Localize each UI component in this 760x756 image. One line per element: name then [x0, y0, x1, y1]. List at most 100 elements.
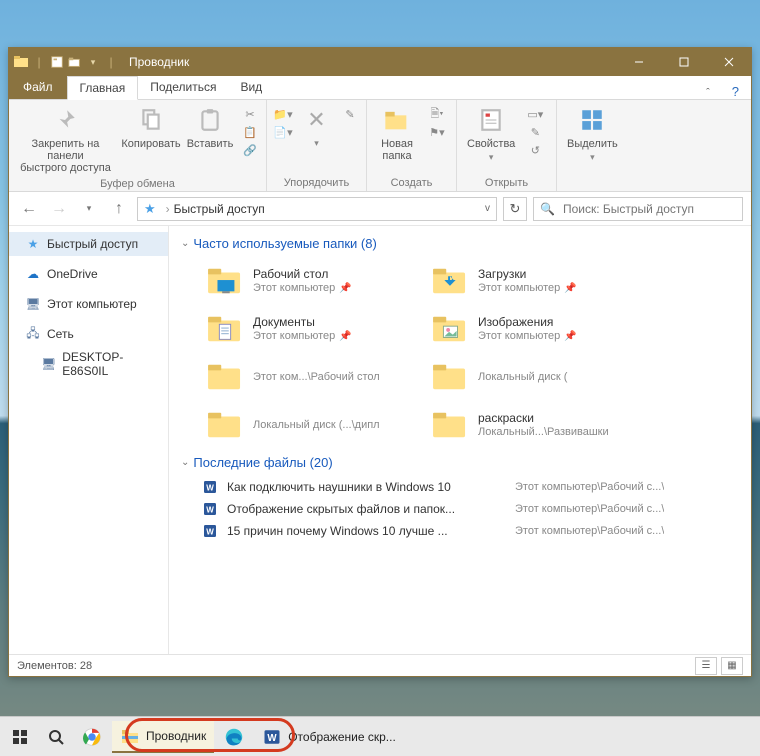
taskbar-explorer[interactable]: Проводник: [112, 721, 214, 753]
taskbar-explorer-label: Проводник: [146, 729, 206, 743]
view-large-button[interactable]: ▦: [721, 657, 743, 675]
nav-network-label: Сеть: [47, 327, 74, 341]
star-icon: ★: [25, 236, 41, 252]
file-path: Этот компьютер\Рабочий с...\: [515, 481, 664, 493]
pin-icon: 📌: [339, 283, 351, 294]
open-icon[interactable]: ▭▾: [525, 106, 545, 122]
pin-button[interactable]: Закрепить на панели быстрого доступа: [15, 102, 116, 176]
nav-thispc[interactable]: 🖥 Этот компьютер: [9, 292, 168, 316]
clipboard-caption: Буфер обмена: [15, 176, 260, 192]
file-name: Как подключить наушники в Windows 10: [227, 480, 507, 494]
folder-item[interactable]: раскраски Локальный...\Развивашки: [426, 401, 651, 449]
up-button[interactable]: ↑: [107, 197, 131, 221]
newfolder-button[interactable]: Новая папка: [373, 102, 421, 175]
qat-properties-icon[interactable]: [49, 54, 65, 70]
close-button[interactable]: [706, 48, 751, 76]
cut-icon[interactable]: ✂: [240, 106, 260, 122]
word-doc-icon: W: [201, 522, 219, 540]
pasteshort-icon[interactable]: 🔗: [240, 142, 260, 158]
recent-dropdown[interactable]: ▾: [77, 197, 101, 221]
group-frequent[interactable]: ⌄ Часто используемые папки (8): [173, 230, 751, 257]
pc-icon: 🖥: [25, 296, 41, 312]
delete-button[interactable]: ✕ ▾: [299, 102, 334, 175]
nav-network[interactable]: 🖧 Сеть: [9, 322, 168, 346]
chrome-icon: [82, 727, 102, 747]
moveto-icon[interactable]: 📁▾: [273, 106, 293, 122]
group-recent[interactable]: ⌄ Последние файлы (20): [173, 449, 751, 476]
taskbar-search-button[interactable]: [40, 721, 72, 753]
qat-dropdown-icon[interactable]: ▾: [85, 54, 101, 70]
folder-item[interactable]: Локальный диск (: [426, 353, 651, 401]
refresh-button[interactable]: ↻: [503, 197, 527, 221]
copyto-icon[interactable]: 📄▾: [273, 124, 293, 140]
address-bar[interactable]: ★ › Быстрый доступ v: [137, 197, 497, 221]
select-button[interactable]: Выделить ▾: [563, 102, 622, 175]
file-name: 15 причин почему Windows 10 лучше ...: [227, 524, 507, 538]
taskbar-word-label: Отображение скр...: [288, 730, 396, 744]
address-drop-icon[interactable]: v: [479, 203, 496, 214]
folder-name: Загрузки: [478, 267, 577, 281]
help-icon[interactable]: ?: [720, 84, 751, 99]
recent-file[interactable]: W Отображение скрытых файлов и папок... …: [201, 498, 743, 520]
tab-home[interactable]: Главная: [67, 76, 139, 100]
copy-button[interactable]: Копировать: [122, 102, 180, 176]
recent-file[interactable]: W 15 причин почему Windows 10 лучше ... …: [201, 520, 743, 542]
history-icon[interactable]: ↺: [525, 142, 545, 158]
folder-item[interactable]: Изображения Этот компьютер📌: [426, 305, 651, 353]
forward-button[interactable]: →: [47, 197, 71, 221]
pin-icon: 📌: [564, 283, 576, 294]
start-button[interactable]: [4, 721, 36, 753]
rename-icon[interactable]: ✎: [340, 106, 360, 122]
taskbar-edge[interactable]: [218, 721, 250, 753]
windows-icon: [10, 727, 30, 747]
qat-sep2: |: [103, 54, 119, 70]
properties-label: Свойства: [467, 138, 515, 150]
nav-network-host[interactable]: 🖥 DESKTOP-E86S0IL: [9, 346, 168, 382]
recent-file[interactable]: W Как подключить наушники в Windows 10 Э…: [201, 476, 743, 498]
nav-onedrive[interactable]: ☁ OneDrive: [9, 262, 168, 286]
folder-item[interactable]: Рабочий стол Этот компьютер📌: [201, 257, 426, 305]
taskbar-word[interactable]: W Отображение скр...: [254, 721, 404, 753]
search-box[interactable]: 🔍: [533, 197, 743, 221]
file-path: Этот компьютер\Рабочий с...\: [515, 503, 664, 515]
folder-item[interactable]: Документы Этот компьютер📌: [201, 305, 426, 353]
back-button[interactable]: ←: [17, 197, 41, 221]
paste-icon: [194, 104, 226, 136]
select-icon: [576, 104, 608, 136]
search-input[interactable]: [561, 201, 742, 217]
group-recent-label: Последние файлы (20): [193, 455, 332, 470]
folder-item[interactable]: Этот ком...\Рабочий стол: [201, 353, 426, 401]
search-icon: 🔍: [534, 202, 561, 216]
maximize-button[interactable]: [661, 48, 706, 76]
svg-text:W: W: [206, 483, 214, 492]
tab-file[interactable]: Файл: [9, 75, 67, 99]
paste-label: Вставить: [187, 138, 234, 150]
ribbon-collapse-icon[interactable]: ˆ: [696, 87, 720, 99]
app-icon: [13, 54, 29, 70]
ribbon: Закрепить на панели быстрого доступа Коп…: [9, 100, 751, 192]
folder-item[interactable]: Локальный диск (...\дипл: [201, 401, 426, 449]
paste-button[interactable]: Вставить: [186, 102, 234, 176]
taskbar-chrome[interactable]: [76, 721, 108, 753]
breadcrumb-sep-icon: ›: [162, 202, 174, 216]
folder-path: Этот компьютер: [478, 282, 560, 294]
folder-path: Локальный диск (...\дипл: [253, 419, 380, 431]
qat-sep: |: [31, 54, 47, 70]
easyaccess-icon[interactable]: ⚑▾: [427, 124, 447, 140]
qat-newfolder-icon[interactable]: [67, 54, 83, 70]
create-caption: Создать: [373, 175, 450, 191]
delete-icon: ✕: [301, 104, 333, 136]
folder-item[interactable]: Загрузки Этот компьютер 📌: [426, 257, 651, 305]
newitem-icon[interactable]: 🗎▾: [427, 106, 447, 122]
tab-view[interactable]: Вид: [228, 75, 274, 99]
breadcrumb-text[interactable]: Быстрый доступ: [174, 202, 265, 216]
edit-icon[interactable]: ✎: [525, 124, 545, 140]
properties-button[interactable]: Свойства ▾: [463, 102, 519, 175]
copypath-icon[interactable]: 📋: [240, 124, 260, 140]
word-icon: W: [262, 727, 282, 747]
minimize-button[interactable]: [616, 48, 661, 76]
nav-quick-access[interactable]: ★ Быстрый доступ: [9, 232, 168, 256]
title-bar[interactable]: | ▾ | Проводник: [9, 48, 751, 76]
view-details-button[interactable]: ☰: [695, 657, 717, 675]
tab-share[interactable]: Поделиться: [138, 75, 228, 99]
